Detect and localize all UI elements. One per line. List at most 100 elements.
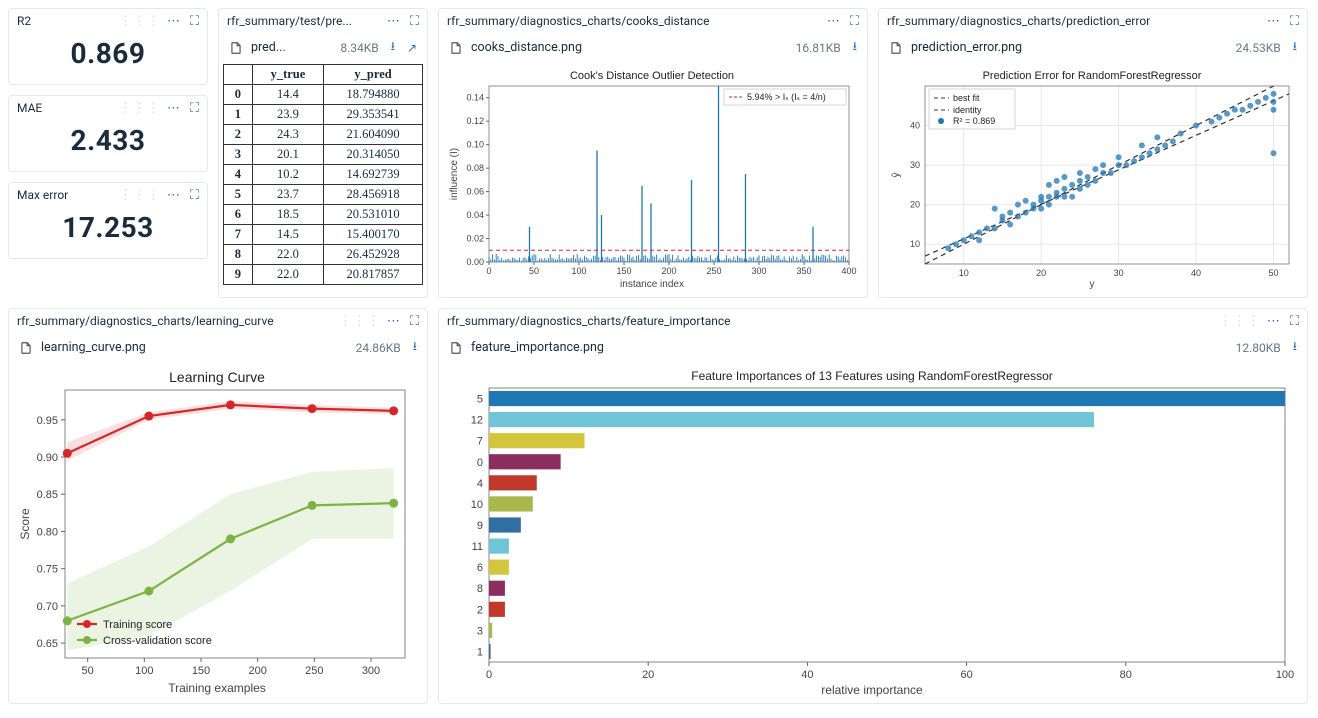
more-icon[interactable]: ⋯	[387, 14, 400, 29]
svg-text:200: 200	[661, 266, 676, 276]
fullscreen-icon[interactable]: ⛶	[1290, 314, 1299, 329]
svg-text:100: 100	[135, 665, 153, 677]
download-icon[interactable]: ⭳	[1293, 337, 1297, 358]
svg-text:10: 10	[959, 268, 969, 278]
svg-text:20: 20	[910, 200, 920, 210]
file-name: feature_importance.png	[471, 340, 604, 355]
table-header: y_pred	[324, 65, 423, 85]
svg-text:0.70: 0.70	[37, 601, 58, 613]
drag-handle-icon[interactable]: ⋮⋮⋮	[119, 188, 161, 203]
svg-text:influence (I): influence (I)	[449, 148, 460, 200]
svg-text:150: 150	[192, 665, 210, 677]
svg-text:50: 50	[529, 266, 539, 276]
svg-text:0.80: 0.80	[37, 526, 58, 538]
svg-text:400: 400	[841, 266, 856, 276]
fullscreen-icon[interactable]: ⛶	[190, 101, 199, 116]
svg-text:0.85: 0.85	[37, 489, 58, 501]
svg-text:5: 5	[477, 394, 483, 406]
svg-text:Training examples: Training examples	[168, 681, 266, 695]
svg-text:0.12: 0.12	[466, 116, 484, 126]
svg-text:200: 200	[248, 665, 266, 677]
svg-text:4: 4	[477, 478, 483, 490]
table-row: 714.515.400170	[224, 225, 423, 245]
drag-handle-icon[interactable]: ⋮⋮⋮	[119, 14, 161, 29]
cooks-distance-chart: Cook's Distance Outlier Detection0.000.0…	[447, 68, 857, 290]
feature-importance-chart: Feature Importances of 13 Features using…	[447, 368, 1297, 698]
file-name: learning_curve.png	[41, 340, 146, 355]
svg-text:relative importance: relative importance	[821, 683, 923, 697]
metrics-column: R2 ⋮⋮⋮ ⋯ ⛶ 0.869 MAE ⋮⋮⋮ ⋯ ⛶ 2.433	[8, 8, 208, 298]
svg-text:0.06: 0.06	[466, 187, 484, 197]
svg-text:3: 3	[477, 625, 483, 637]
metric-value: 17.253	[13, 211, 203, 244]
svg-text:50: 50	[82, 665, 94, 677]
fullscreen-icon[interactable]: ⛶	[850, 14, 859, 29]
file-icon	[19, 341, 33, 355]
more-icon[interactable]: ⋯	[167, 14, 180, 29]
preds-table-scroll[interactable]: y_truey_pred 014.418.794880123.929.35354…	[219, 64, 427, 286]
svg-text:20: 20	[1036, 268, 1046, 278]
more-icon[interactable]: ⋯	[387, 314, 400, 329]
fullscreen-icon[interactable]: ⛶	[410, 314, 419, 329]
fullscreen-icon[interactable]: ⛶	[190, 14, 199, 29]
svg-text:10: 10	[471, 499, 483, 511]
preds-card: rfr_summary/test/pre... ⋯ ⛶ pred... 8.34…	[218, 8, 428, 298]
preds-table: y_truey_pred 014.418.794880123.929.35354…	[223, 64, 423, 285]
drag-handle-icon[interactable]: ⋮⋮⋮	[119, 101, 161, 116]
svg-text:0: 0	[486, 669, 492, 681]
fullscreen-icon[interactable]: ⛶	[410, 14, 419, 29]
svg-text:60: 60	[960, 669, 972, 681]
svg-text:0: 0	[486, 266, 491, 276]
svg-text:250: 250	[305, 665, 323, 677]
svg-text:10: 10	[910, 239, 920, 249]
download-icon[interactable]: ⭳	[413, 337, 417, 358]
table-row: 224.321.604090	[224, 125, 423, 145]
svg-text:ŷ: ŷ	[891, 173, 902, 178]
metric-card-r2: R2 ⋮⋮⋮ ⋯ ⛶ 0.869	[8, 8, 208, 85]
download-icon[interactable]: ⭳	[853, 37, 857, 58]
more-icon[interactable]: ⋯	[167, 101, 180, 116]
metric-label: MAE	[17, 101, 107, 115]
svg-text:0.10: 0.10	[466, 140, 484, 150]
file-icon	[449, 41, 463, 55]
svg-text:0.04: 0.04	[466, 210, 484, 220]
file-name: cooks_distance.png	[471, 40, 582, 55]
metric-value: 0.869	[13, 37, 203, 70]
more-icon[interactable]: ⋯	[1267, 14, 1280, 29]
table-row: 410.214.692739	[224, 165, 423, 185]
svg-text:40: 40	[801, 669, 813, 681]
svg-text:80: 80	[1120, 669, 1132, 681]
svg-text:12: 12	[471, 415, 483, 427]
card-title: rfr_summary/diagnostics_charts/predictio…	[887, 14, 1261, 28]
fullscreen-icon[interactable]: ⛶	[1290, 14, 1299, 29]
learning-curve-card: rfr_summary/diagnostics_charts/learning_…	[8, 308, 428, 704]
card-title: rfr_summary/diagnostics_charts/cooks_dis…	[447, 14, 821, 28]
svg-text:30: 30	[910, 160, 920, 170]
drag-handle-icon[interactable]: ⋮⋮⋮	[339, 314, 381, 329]
table-row: 922.020.817857	[224, 265, 423, 285]
download-icon[interactable]: ⭳	[1293, 37, 1297, 58]
svg-text:11: 11	[472, 541, 483, 553]
fullscreen-icon[interactable]: ⛶	[190, 188, 199, 203]
drag-handle-icon[interactable]: ⋮⋮⋮	[1219, 314, 1261, 329]
download-icon[interactable]: ⭳	[391, 37, 395, 58]
card-title: rfr_summary/test/pre...	[227, 14, 381, 28]
svg-text:350: 350	[796, 266, 811, 276]
svg-text:0.08: 0.08	[466, 163, 484, 173]
svg-text:best fit: best fit	[953, 93, 980, 103]
table-row: 014.418.794880	[224, 85, 423, 105]
table-row: 523.728.456918	[224, 185, 423, 205]
file-size: 8.34KB	[340, 41, 378, 55]
file-size: 24.86KB	[356, 341, 401, 355]
open-external-icon[interactable]: ↗	[407, 41, 417, 55]
more-icon[interactable]: ⋯	[1267, 314, 1280, 329]
more-icon[interactable]: ⋯	[827, 14, 840, 29]
table-row: 618.520.531010	[224, 205, 423, 225]
svg-text:30: 30	[1114, 268, 1124, 278]
svg-text:Cook's Distance Outlier Detect: Cook's Distance Outlier Detection	[570, 70, 734, 82]
svg-text:100: 100	[1276, 669, 1294, 681]
svg-text:Learning Curve: Learning Curve	[169, 369, 265, 385]
svg-text:1: 1	[477, 646, 483, 658]
svg-text:0: 0	[477, 457, 483, 469]
more-icon[interactable]: ⋯	[167, 188, 180, 203]
